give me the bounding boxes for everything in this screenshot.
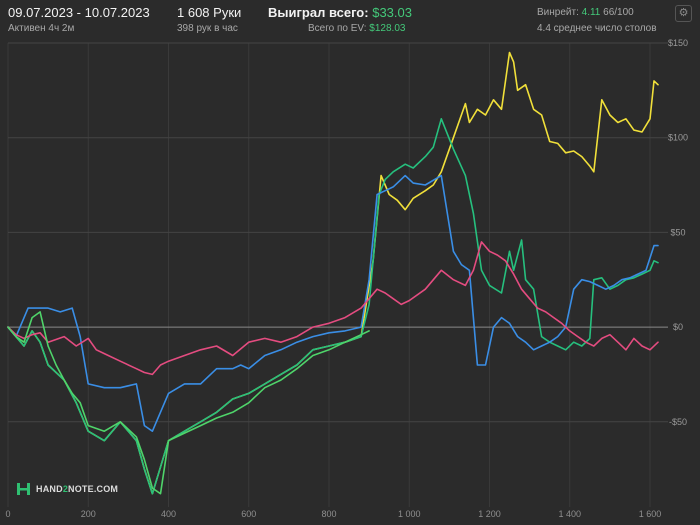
series-line-2 [7, 118, 659, 495]
pnl-chart: 0 200 400 600 800 1 000 1 200 1 400 1 600 $150 $10… [5, 38, 688, 519]
y-tick-label: $100 [668, 133, 688, 143]
x-tick-label: 1 000 [398, 509, 421, 519]
series-line-5 [7, 311, 370, 495]
x-tick-label: 600 [241, 509, 256, 519]
y-tick-label: $0 [673, 322, 683, 332]
series-line-1 [7, 51, 659, 495]
x-tick-label: 1 400 [558, 509, 581, 519]
hand2note-logo: HAND2NOTE.COM [16, 482, 118, 496]
y-tick-label: -$50 [669, 417, 687, 427]
x-tick-label: 0 [5, 509, 10, 519]
x-tick-label: 1 200 [478, 509, 501, 519]
hand2note-logo-icon [17, 483, 30, 495]
x-tick-label: 200 [81, 509, 96, 519]
series-line-3 [7, 174, 659, 433]
series-line-4 [7, 241, 659, 376]
x-tick-label: 400 [161, 509, 176, 519]
hand2note-logo-text: HAND2NOTE.COM [36, 484, 119, 494]
y-tick-label: $150 [668, 38, 688, 48]
x-tick-label: 1 600 [639, 509, 662, 519]
y-tick-label: $50 [670, 227, 685, 237]
x-tick-label: 800 [321, 509, 336, 519]
